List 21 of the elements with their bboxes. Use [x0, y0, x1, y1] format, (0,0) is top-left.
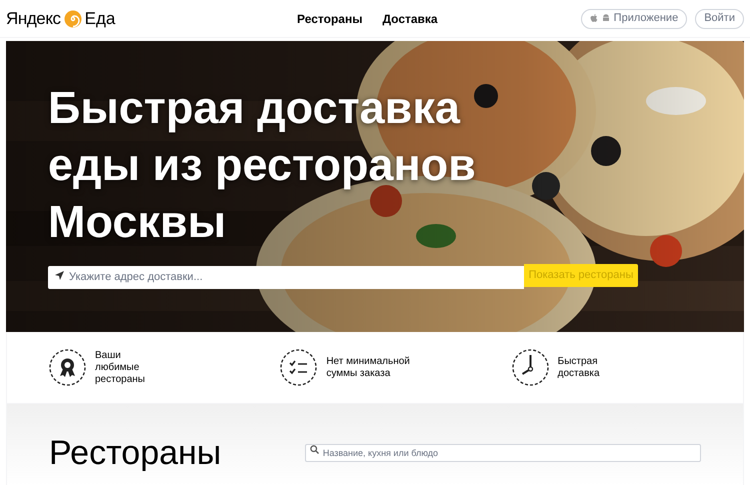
feature-text: Нет минимальной суммы заказа — [326, 356, 410, 380]
spiral-logo-icon — [64, 10, 82, 28]
section-heading: Рестораны — [49, 434, 222, 472]
logo-text[interactable]: Яндекс — [6, 6, 61, 32]
clock-hands-icon — [512, 349, 549, 386]
logo-text[interactable]: Еда — [84, 6, 116, 32]
address-field[interactable]: Укажите адрес доставки... — [48, 266, 524, 288]
feature-text: Быстрая доставка — [558, 356, 600, 380]
medal-icon — [49, 349, 86, 386]
feature-text: Ваши любимые рестораны — [95, 350, 145, 386]
search-field[interactable]: Название, кухня или блюдо — [304, 444, 701, 462]
login-button[interactable]: Войти — [695, 8, 744, 28]
location-arrow-icon — [55, 271, 64, 280]
hero-heading: Быстрая доставка еды из ресторанов Москвы — [48, 81, 476, 249]
app-button[interactable]: Приложение — [580, 8, 688, 28]
search-icon — [310, 445, 319, 454]
apple-icon — [590, 14, 598, 23]
android-icon — [602, 14, 610, 23]
nav-link[interactable]: Рестораны — [297, 10, 362, 28]
nav-link[interactable]: Доставка — [382, 10, 438, 28]
checklist-icon — [280, 349, 318, 386]
